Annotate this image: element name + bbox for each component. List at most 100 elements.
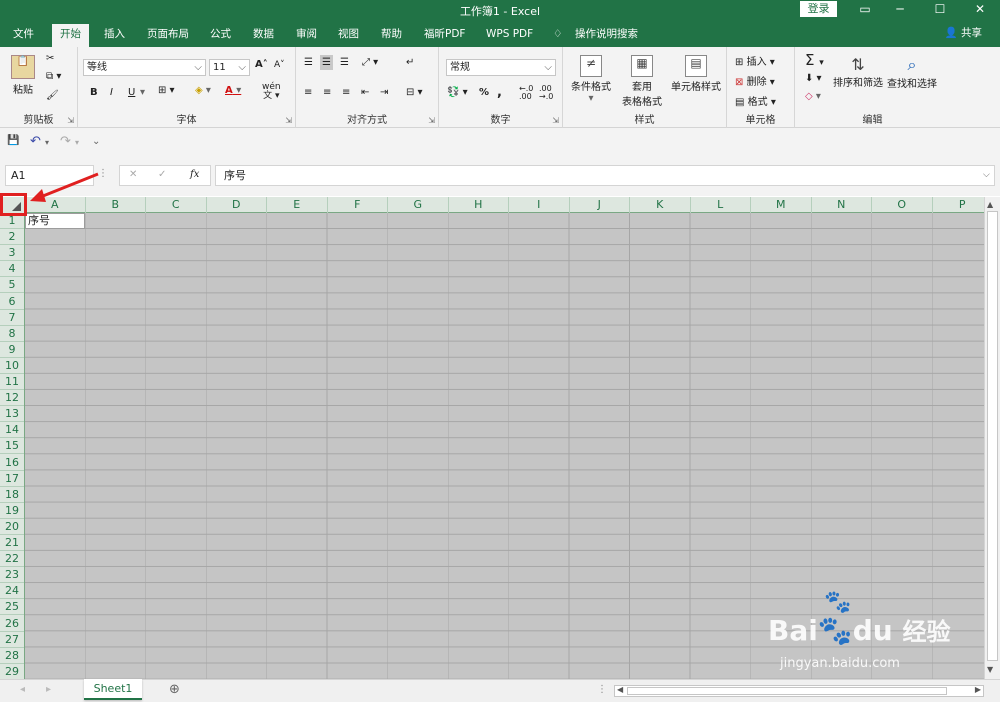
align-center-icon[interactable]: ≡ — [323, 87, 331, 98]
delete-cells-button[interactable]: ⊠ 删除 ▾ — [735, 73, 775, 88]
tab-data[interactable]: 数据 — [253, 25, 274, 47]
maximize-button[interactable]: ☐ — [920, 0, 960, 20]
border-icon[interactable]: ⊞ ▾ — [158, 85, 175, 96]
row-header-21[interactable]: 21 — [0, 535, 24, 552]
decrease-indent-icon[interactable]: ⇤ — [361, 87, 369, 98]
column-header-j[interactable]: J — [570, 197, 630, 213]
column-header-k[interactable]: K — [630, 197, 691, 213]
row-header-24[interactable]: 24 — [0, 583, 24, 600]
row-header-20[interactable]: 20 — [0, 519, 24, 535]
row-header-25[interactable]: 25 — [0, 599, 24, 616]
column-header-c[interactable]: C — [146, 197, 207, 213]
currency-icon[interactable]: 💱 ▾ — [447, 87, 468, 98]
format-cells-button[interactable]: ▤ 格式 ▾ — [735, 93, 776, 108]
row-header-3[interactable]: 3 — [0, 245, 24, 262]
column-header-l[interactable]: L — [691, 197, 751, 213]
row-header-15[interactable]: 15 — [0, 438, 24, 455]
clear-icon[interactable]: ◇ ▾ — [805, 91, 821, 102]
phonetic-icon[interactable]: wén 文 ▾ — [262, 83, 281, 101]
column-header-i[interactable]: I — [509, 197, 570, 213]
login-button[interactable]: 登录 — [800, 1, 837, 17]
format-as-table-button[interactable]: ▦ 套用 表格格式 — [617, 55, 667, 108]
fill-color-icon[interactable]: ◈ ▾ — [195, 85, 211, 96]
tab-insert[interactable]: 插入 — [104, 25, 125, 47]
align-left-icon[interactable]: ≡ — [304, 87, 312, 98]
row-header-2[interactable]: 2 — [0, 229, 24, 246]
row-header-23[interactable]: 23 — [0, 567, 24, 584]
row-header-12[interactable]: 12 — [0, 390, 24, 407]
customize-qat-icon[interactable]: ⌄ — [92, 136, 100, 147]
add-sheet-icon[interactable]: ⊕ — [169, 682, 180, 697]
cell-a1[interactable]: 序号 — [25, 213, 85, 229]
formula-input[interactable]: 序号 — [215, 165, 995, 186]
column-header-d[interactable]: D — [207, 197, 267, 213]
tab-page-layout[interactable]: 页面布局 — [147, 25, 189, 47]
save-icon[interactable]: 💾 — [7, 135, 19, 146]
number-format-select[interactable]: 常规 ⌵ — [446, 59, 556, 76]
insert-cells-button[interactable]: ⊞ 插入 ▾ — [735, 53, 775, 68]
font-size-select[interactable]: 11 ⌵ — [209, 59, 250, 76]
column-header-o[interactable]: O — [872, 197, 933, 213]
column-header-g[interactable]: G — [388, 197, 449, 213]
number-launcher-icon[interactable]: ⇲ — [552, 116, 559, 125]
font-color-icon[interactable]: A ▾ — [225, 85, 241, 96]
format-painter-icon[interactable]: 🖌 — [46, 90, 59, 101]
percent-button[interactable]: % — [479, 87, 489, 98]
tell-me-search[interactable]: 操作说明搜索 — [575, 25, 638, 47]
cell-styles-button[interactable]: ▤ 单元格样式 — [667, 55, 725, 93]
clipboard-launcher-icon[interactable]: ⇲ — [67, 116, 74, 125]
scroll-up-icon[interactable]: ▲ — [987, 200, 993, 209]
increase-decimal-icon[interactable]: ←.0.00 — [519, 85, 533, 101]
tab-review[interactable]: 审阅 — [296, 25, 317, 47]
font-launcher-icon[interactable]: ⇲ — [285, 116, 292, 125]
minimize-button[interactable]: ─ — [880, 0, 920, 20]
redo-icon[interactable]: ↷ ▾ — [60, 134, 79, 149]
cancel-icon[interactable]: ✕ — [129, 169, 137, 180]
enter-icon[interactable]: ✓ — [158, 169, 166, 180]
tab-wps-pdf[interactable]: WPS PDF — [486, 25, 533, 47]
row-header-16[interactable]: 16 — [0, 455, 24, 471]
underline-button[interactable]: U — [128, 87, 135, 98]
row-header-4[interactable]: 4 — [0, 261, 24, 278]
align-right-icon[interactable]: ≡ — [342, 87, 350, 98]
tab-foxit-pdf[interactable]: 福昕PDF — [424, 25, 465, 47]
merge-center-icon[interactable]: ⊟ ▾ — [406, 87, 423, 98]
grow-font-button[interactable]: A˄ — [255, 59, 268, 70]
shrink-font-button[interactable]: A˅ — [274, 60, 285, 70]
row-header-6[interactable]: 6 — [0, 294, 24, 310]
alignment-launcher-icon[interactable]: ⇲ — [428, 116, 435, 125]
prev-sheet-icon[interactable]: ◂ — [20, 684, 25, 695]
horizontal-scroll-thumb[interactable] — [627, 687, 947, 695]
column-header-m[interactable]: M — [751, 197, 812, 213]
column-header-e[interactable]: E — [267, 197, 328, 213]
tab-home[interactable]: 开始 — [52, 24, 89, 47]
row-header-13[interactable]: 13 — [0, 406, 24, 423]
sort-filter-button[interactable]: ⇅ 排序和筛选 — [833, 55, 883, 89]
row-header-11[interactable]: 11 — [0, 374, 24, 391]
row-header-17[interactable]: 17 — [0, 471, 24, 487]
row-header-22[interactable]: 22 — [0, 551, 24, 568]
tab-view[interactable]: 视图 — [338, 25, 359, 47]
sheet-tab-sheet1[interactable]: Sheet1 — [84, 679, 142, 700]
comma-button[interactable]: , — [497, 85, 502, 100]
split-handle-icon[interactable]: ⋮ — [597, 684, 607, 695]
tab-help[interactable]: 帮助 — [381, 25, 402, 47]
tab-file[interactable]: 文件 — [13, 25, 34, 47]
row-header-5[interactable]: 5 — [0, 277, 24, 294]
bold-button[interactable]: B — [90, 87, 98, 98]
autosum-icon[interactable]: Σ ▾ — [805, 51, 824, 69]
row-header-29[interactable]: 29 — [0, 664, 24, 679]
row-header-26[interactable]: 26 — [0, 616, 24, 632]
increase-indent-icon[interactable]: ⇥ — [380, 87, 388, 98]
close-button[interactable]: ✕ — [960, 0, 1000, 20]
row-header-27[interactable]: 27 — [0, 632, 24, 648]
decrease-decimal-icon[interactable]: .00 →.0 — [539, 85, 553, 101]
row-header-14[interactable]: 14 — [0, 422, 24, 439]
tab-formulas[interactable]: 公式 — [210, 25, 231, 47]
scroll-right-icon[interactable]: ▶ — [975, 685, 981, 694]
next-sheet-icon[interactable]: ▸ — [46, 684, 51, 695]
conditional-format-button[interactable]: ≠ 条件格式 ▾ — [569, 55, 613, 104]
horizontal-scrollbar[interactable]: ◀ ▶ — [614, 685, 984, 697]
column-header-h[interactable]: H — [449, 197, 509, 213]
ribbon-display-icon[interactable]: ▭ — [845, 0, 885, 20]
